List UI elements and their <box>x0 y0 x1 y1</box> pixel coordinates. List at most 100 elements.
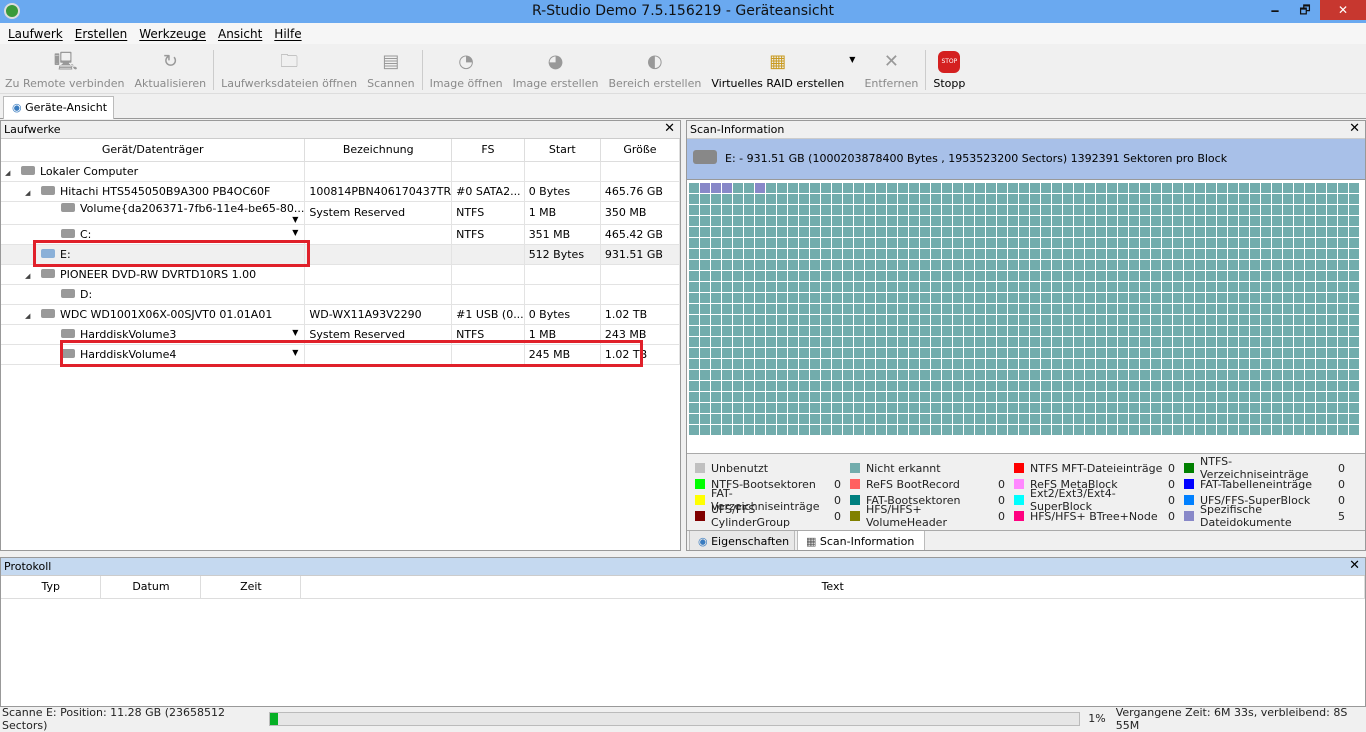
tab-device-view[interactable]: ◉ Geräte-Ansicht <box>3 96 115 119</box>
close-drives-panel-icon[interactable]: ✕ <box>664 121 675 136</box>
refresh-button[interactable]: ↻ Aktualisieren <box>129 51 211 90</box>
scan-block <box>700 238 711 249</box>
expand-toggle-icon[interactable]: ◢ <box>5 169 21 177</box>
tab-scan-information[interactable]: ▦ Scan-Information <box>797 531 925 550</box>
scan-block <box>1294 183 1305 194</box>
scan-block <box>865 260 876 271</box>
scan-block <box>1019 260 1030 271</box>
scan-block <box>1184 205 1195 216</box>
scan-block <box>1195 315 1206 326</box>
drive-row[interactable]: ◢ PIONEER DVD-RW DVRTD10RS 1.00 <box>1 264 680 285</box>
legend-swatch <box>850 463 860 473</box>
scan-block <box>1030 425 1041 436</box>
expand-toggle-icon[interactable]: ◢ <box>25 272 41 280</box>
column-header-label[interactable]: Bezeichnung <box>304 139 453 162</box>
dropdown-arrow-icon[interactable]: ▼ <box>292 328 298 337</box>
connect-remote-button[interactable]: 🖳 Zu Remote verbinden <box>0 51 129 90</box>
stop-button[interactable]: STOP Stopp <box>928 51 970 90</box>
scan-block <box>711 392 722 403</box>
scan-block <box>788 205 799 216</box>
scan-block <box>1162 359 1173 370</box>
scan-block <box>810 381 821 392</box>
minimize-button[interactable]: 🗕 <box>1260 0 1290 20</box>
menu-ansicht[interactable]: Ansicht <box>214 23 266 44</box>
dropdown-arrow-icon[interactable]: ▼ <box>292 215 298 224</box>
scan-block <box>865 183 876 194</box>
scan-block <box>733 249 744 260</box>
column-header-size[interactable]: Größe <box>600 139 680 162</box>
scan-button[interactable]: ▤ Scannen <box>362 51 419 90</box>
scan-block <box>689 183 700 194</box>
drive-row[interactable]: ◢ WDC WD1001X06X-00SJVT0 01.01A01 WD-WX11… <box>1 304 680 325</box>
scan-block <box>1129 205 1140 216</box>
drive-row[interactable]: ◢ Hitachi HTS545050B9A300 PB4OC60F 100814… <box>1 181 680 202</box>
create-virtual-raid-button[interactable]: ▦ Virtuelles RAID erstellen <box>706 51 849 90</box>
column-header-fs[interactable]: FS <box>451 139 525 162</box>
scan-block <box>953 304 964 315</box>
restore-button[interactable]: 🗗 <box>1290 0 1320 20</box>
scan-block <box>876 205 887 216</box>
scan-block <box>711 359 722 370</box>
menu-erstellen[interactable]: Erstellen <box>71 23 132 44</box>
scan-block <box>1118 392 1129 403</box>
scan-block <box>777 194 788 205</box>
scan-block <box>832 282 843 293</box>
column-header-text[interactable]: Text <box>300 576 1365 599</box>
scan-block <box>1217 425 1228 436</box>
scan-block <box>1129 381 1140 392</box>
scan-block <box>1162 216 1173 227</box>
scan-block <box>887 425 898 436</box>
scan-block <box>975 392 986 403</box>
drive-row[interactable]: Volume{da206371-7fb6-11e4-be65-80... ▼ Sy… <box>1 201 680 225</box>
menu-laufwerk[interactable]: Laufwerk <box>4 23 67 44</box>
scan-block <box>1041 249 1052 260</box>
close-log-panel-icon[interactable]: ✕ <box>1349 558 1360 573</box>
open-image-button[interactable]: ◔ Image öffnen <box>425 51 508 90</box>
scan-block <box>1228 216 1239 227</box>
open-drive-files-button[interactable]: 🗀 Laufwerksdateien öffnen <box>216 51 362 90</box>
scan-block <box>1206 425 1217 436</box>
menu-werkzeuge[interactable]: Werkzeuge <box>135 23 210 44</box>
scan-block <box>1228 359 1239 370</box>
drive-row[interactable]: D: <box>1 284 680 305</box>
scan-block <box>689 304 700 315</box>
dropdown-arrow-icon[interactable]: ▼ <box>292 228 298 237</box>
column-header-start[interactable]: Start <box>524 139 601 162</box>
column-header-date[interactable]: Datum <box>100 576 202 599</box>
scan-block <box>1250 227 1261 238</box>
scan-block <box>744 205 755 216</box>
expand-toggle-icon[interactable]: ◢ <box>25 189 41 197</box>
remove-button[interactable]: ✕ Entfernen <box>859 51 923 90</box>
scan-block <box>1030 326 1041 337</box>
scan-block <box>1129 249 1140 260</box>
scan-block <box>755 348 766 359</box>
drive-row[interactable]: ◢ Lokaler Computer <box>1 161 680 182</box>
scan-block <box>1085 194 1096 205</box>
legend-swatch <box>1184 463 1194 473</box>
create-image-button[interactable]: ◕ Image erstellen <box>508 51 604 90</box>
column-header-time[interactable]: Zeit <box>200 576 302 599</box>
scan-block <box>1294 205 1305 216</box>
scan-block <box>942 271 953 282</box>
scan-block <box>1283 238 1294 249</box>
create-region-button[interactable]: ◐ Bereich erstellen <box>603 51 706 90</box>
scan-block <box>1151 282 1162 293</box>
scan-block <box>810 359 821 370</box>
scan-block <box>821 359 832 370</box>
column-header-type[interactable]: Typ <box>1 576 102 599</box>
scan-block <box>1316 249 1327 260</box>
scan-block <box>1283 392 1294 403</box>
scan-block <box>799 348 810 359</box>
close-scan-panel-icon[interactable]: ✕ <box>1349 121 1360 136</box>
menu-hilfe[interactable]: Hilfe <box>270 23 305 44</box>
column-header-device[interactable]: Gerät/Datenträger <box>1 139 306 162</box>
close-button[interactable]: ✕ <box>1320 0 1366 20</box>
scan-block <box>975 381 986 392</box>
scan-block <box>854 414 865 425</box>
scan-block <box>975 260 986 271</box>
raid-dropdown-arrow-icon[interactable]: ▼ <box>849 55 855 64</box>
scan-block <box>1228 293 1239 304</box>
expand-toggle-icon[interactable]: ◢ <box>25 312 41 320</box>
tab-properties[interactable]: ◉ Eigenschaften <box>689 531 795 550</box>
scan-block <box>1096 304 1107 315</box>
